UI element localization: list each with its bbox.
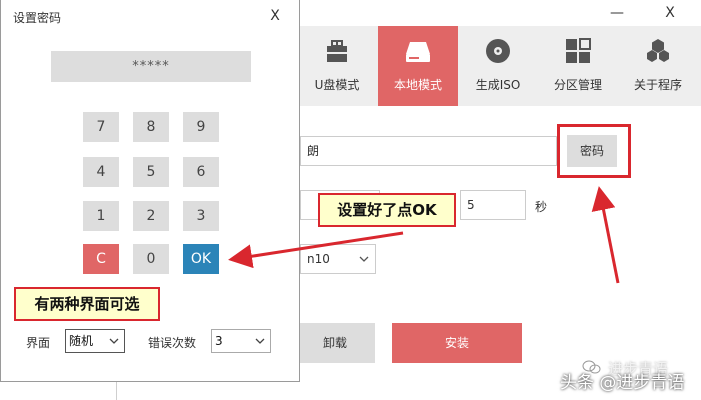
nav-partition-manager[interactable]: 分区管理 xyxy=(538,26,618,106)
error-count-label: 错误次数 xyxy=(148,336,197,350)
key-6[interactable]: 6 xyxy=(183,157,219,187)
seconds-field[interactable]: 5 xyxy=(460,190,526,220)
key-2[interactable]: 2 xyxy=(133,201,169,231)
dialog-title: 设置密码 xyxy=(13,11,62,25)
error-count-select-value: 3 xyxy=(215,334,223,348)
nav-partition-manager-label: 分区管理 xyxy=(553,78,602,92)
password-button-highlight xyxy=(557,124,631,178)
seconds-unit-label: 秒 xyxy=(535,200,548,214)
key-ok[interactable]: OK xyxy=(183,244,219,274)
chevron-down-icon xyxy=(109,338,119,344)
interface-label: 界面 xyxy=(26,336,51,350)
dialog-close-button[interactable]: X xyxy=(265,6,285,26)
grid-icon xyxy=(566,38,591,63)
main-close-button[interactable]: X xyxy=(660,4,680,22)
minimize-button[interactable]: — xyxy=(607,6,627,20)
hexagons-icon xyxy=(647,39,669,62)
nav-usb-mode-label: U盘模式 xyxy=(314,78,360,92)
nav-generate-iso-label: 生成ISO xyxy=(475,78,521,92)
key-7[interactable]: 7 xyxy=(83,112,119,142)
watermark-text: 头条 @进步青语 xyxy=(560,373,685,393)
nav-local-mode[interactable]: 本地模式 xyxy=(378,26,458,106)
nav-local-mode-label: 本地模式 xyxy=(393,78,442,92)
ok-callout: 设置好了点OK xyxy=(318,193,456,227)
key-8[interactable]: 8 xyxy=(133,112,169,142)
key-1[interactable]: 1 xyxy=(83,201,119,231)
disc-icon xyxy=(486,39,510,63)
interface-callout: 有两种界面可选 xyxy=(14,287,160,321)
chevron-down-icon xyxy=(359,256,369,262)
path-text-field[interactable]: 朗 xyxy=(300,136,557,166)
system-select-value: n10 xyxy=(307,252,330,266)
password-display: ***** xyxy=(51,51,251,82)
interface-select[interactable]: 随机 xyxy=(65,329,125,353)
chevron-down-icon xyxy=(255,338,265,344)
usb-drive-icon xyxy=(327,40,347,62)
key-0[interactable]: 0 xyxy=(133,244,169,274)
key-3[interactable]: 3 xyxy=(183,201,219,231)
key-clear[interactable]: C xyxy=(83,244,119,274)
nav-about[interactable]: 关于程序 xyxy=(618,26,698,106)
uninstall-button[interactable]: 卸载 xyxy=(295,323,375,363)
system-select[interactable]: n10 xyxy=(300,244,376,274)
install-button[interactable]: 安装 xyxy=(392,323,522,363)
set-password-dialog: 设置密码 X ***** 7 8 9 4 5 6 1 2 3 C 0 OK 界面… xyxy=(0,0,300,382)
key-9[interactable]: 9 xyxy=(183,112,219,142)
nav-about-label: 关于程序 xyxy=(633,78,682,92)
key-5[interactable]: 5 xyxy=(133,157,169,187)
hard-drive-icon xyxy=(406,42,430,62)
nav-generate-iso[interactable]: 生成ISO xyxy=(458,26,538,106)
key-4[interactable]: 4 xyxy=(83,157,119,187)
error-count-select[interactable]: 3 xyxy=(211,329,271,353)
interface-select-value: 随机 xyxy=(69,334,94,348)
nav-usb-mode[interactable]: U盘模式 xyxy=(297,26,377,106)
